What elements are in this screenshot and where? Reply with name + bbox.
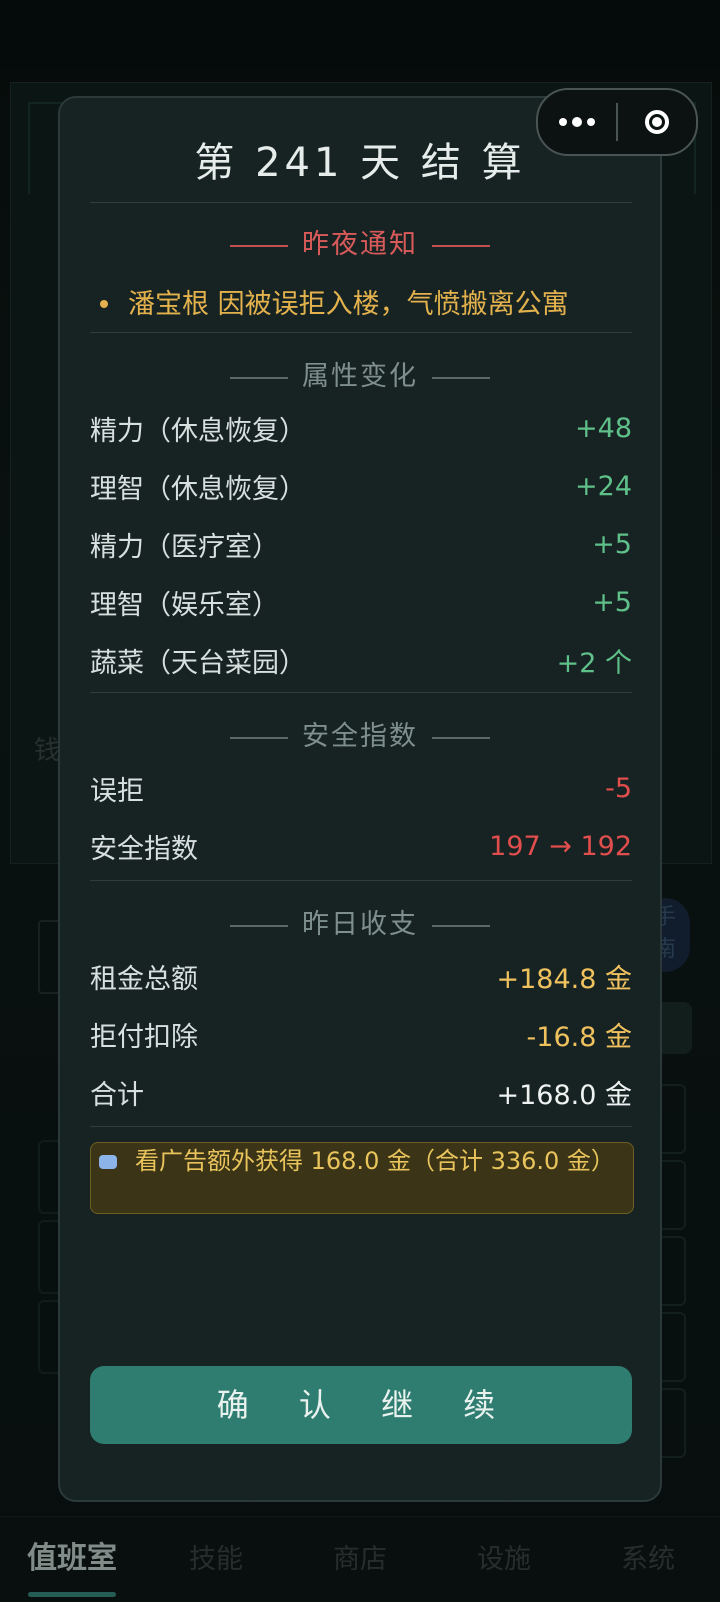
safety-value: -5: [605, 772, 632, 804]
heading-line: [432, 376, 490, 379]
section-heading-attributes: 属性变化: [60, 354, 660, 393]
confirm-continue-button[interactable]: 确 认 继 续: [90, 1366, 632, 1444]
ad-offer-text: 看广告额外获得 168.0 金（合计 336.0 金）: [135, 1147, 615, 1175]
divider: [90, 692, 632, 693]
attribute-row: 理智（娱乐室） +5: [90, 582, 632, 622]
section-heading-finance: 昨日收支: [60, 902, 660, 941]
dot: [572, 117, 582, 127]
safety-label: 误拒: [90, 775, 144, 807]
safety-value: 197 → 192: [489, 830, 632, 862]
target-icon[interactable]: [618, 110, 696, 134]
dot: [559, 118, 567, 126]
heading-line: [432, 736, 490, 739]
finance-row: 拒付扣除 -16.8 金: [90, 1014, 632, 1054]
attribute-row: 理智（休息恢复） +24: [90, 466, 632, 506]
section-heading-safety: 安全指数: [60, 714, 660, 753]
attribute-value: +5: [592, 528, 632, 560]
attribute-row: 蔬菜（天台菜园） +2 个: [90, 640, 632, 680]
notice-text: 潘宝根 因被误拒入楼，气愤搬离公寓: [128, 289, 569, 320]
attribute-value: +5: [592, 586, 632, 618]
section-heading-notice: 昨夜通知: [60, 222, 660, 261]
finance-value: +184.8 金: [496, 963, 632, 995]
divider: [90, 202, 632, 203]
notice-heading-label: 昨夜通知: [302, 229, 418, 260]
settlement-dialog: 第 241 天 结 算 昨夜通知 潘宝根 因被误拒入楼，气愤搬离公寓 属性变化 …: [58, 96, 662, 1502]
game-screen: { "background": { "money_label": "钱", "s…: [0, 0, 720, 1602]
safety-label: 安全指数: [90, 833, 198, 865]
attribute-label: 精力（医疗室）: [90, 531, 279, 563]
attribute-row: 精力（医疗室） +5: [90, 524, 632, 564]
dot: [587, 118, 595, 126]
watch-ad-bonus-button[interactable]: 看广告额外获得 168.0 金（合计 336.0 金）: [90, 1142, 634, 1214]
attribute-value: +48: [575, 412, 632, 444]
finance-label: 租金总额: [90, 963, 198, 995]
bullet-icon: [100, 299, 108, 308]
finance-row: 租金总额 +184.8 金: [90, 956, 632, 996]
divider: [90, 880, 632, 881]
heading-line: [230, 924, 288, 927]
attribute-label: 理智（休息恢复）: [90, 473, 306, 505]
more-icon[interactable]: [538, 90, 616, 154]
video-ad-icon: [99, 1155, 117, 1169]
target-core: [652, 117, 662, 127]
divider: [90, 332, 632, 333]
heading-line: [432, 244, 490, 247]
heading-line: [230, 736, 288, 739]
divider: [90, 1126, 632, 1127]
attribute-value: +2 个: [556, 647, 632, 679]
attribute-value: +24: [575, 470, 632, 502]
heading-line: [230, 244, 288, 247]
heading-line: [230, 376, 288, 379]
heading-line: [432, 924, 490, 927]
attribute-label: 蔬菜（天台菜园）: [90, 647, 306, 679]
target-ring: [645, 110, 669, 134]
attribute-row: 精力（休息恢复） +48: [90, 408, 632, 448]
finance-value: -16.8 金: [526, 1021, 632, 1053]
safety-row: 误拒 -5: [90, 768, 632, 808]
finance-heading-label: 昨日收支: [302, 909, 418, 940]
safety-heading-label: 安全指数: [302, 721, 418, 752]
finance-label: 拒付扣除: [90, 1021, 198, 1053]
finance-total-row: 合计 +168.0 金: [90, 1072, 632, 1112]
attributes-heading-label: 属性变化: [302, 361, 418, 392]
finance-total-value: +168.0 金: [496, 1079, 632, 1111]
notice-item: 潘宝根 因被误拒入楼，气愤搬离公寓: [100, 282, 640, 321]
attribute-label: 理智（娱乐室）: [90, 589, 279, 621]
attribute-label: 精力（休息恢复）: [90, 415, 306, 447]
safety-row: 安全指数 197 → 192: [90, 826, 632, 866]
miniprogram-capsule: [536, 88, 698, 156]
finance-label: 合计: [90, 1079, 144, 1111]
